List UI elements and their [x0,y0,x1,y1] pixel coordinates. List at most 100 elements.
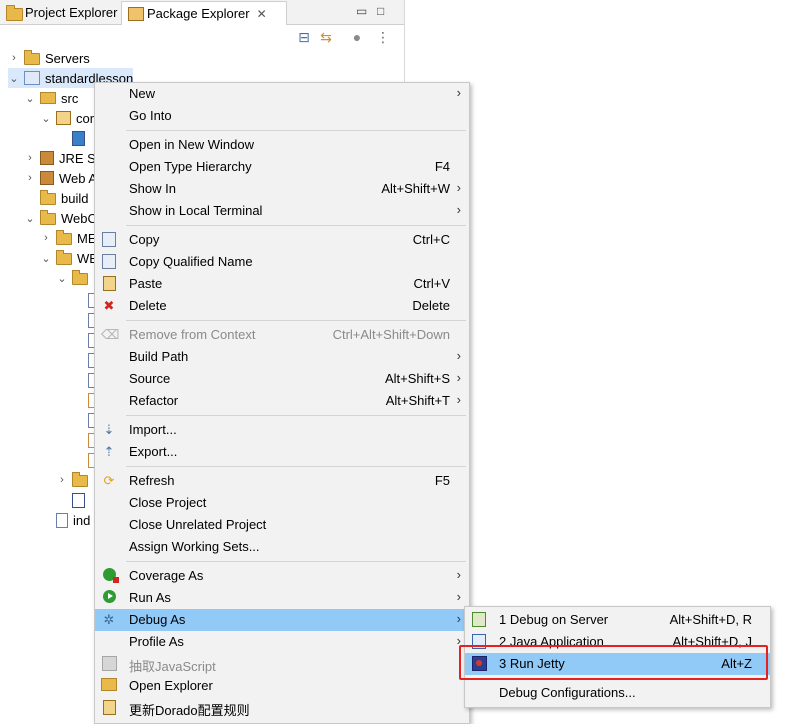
dorado-icon [101,700,117,716]
tab-project-explorer-label: Project Explorer [25,4,118,20]
menu-item-profile-as[interactable]: Profile As › [95,631,469,653]
chevron-down-icon[interactable]: ⌄ [40,252,52,265]
tree-item-webapp[interactable]: › Web A [24,168,97,188]
menu-item-open-new-window[interactable]: Open in New Window [95,134,469,156]
refresh-icon: ⟳ [103,473,115,488]
import-icon: ⇣ [103,422,115,437]
menu-separator [126,130,466,131]
remove-context-icon: ⌫ [101,327,120,342]
tree-item-src[interactable]: ⌄ src [24,88,78,108]
tree-item-label: WebC [61,210,97,226]
coverage-icon [101,568,119,584]
file-icon [56,512,68,528]
tree-item-webcontent[interactable]: ⌄ WebC [24,208,97,228]
menu-item-refactor[interactable]: Refactor Alt+Shift+T › [95,390,469,412]
tree-item-jre[interactable]: › JRE Sy [24,148,102,168]
extract-js-icon [101,656,117,672]
chevron-right-icon[interactable]: › [56,474,68,486]
server-icon [471,612,487,628]
submenu-item-debug-configurations[interactable]: Debug Configurations... [465,682,770,704]
tree-item-build[interactable]: build [40,188,88,208]
debug-as-submenu: 1 Debug on Server Alt+Shift+D, R 2 Java … [464,606,771,708]
chevron-down-icon[interactable]: ⌄ [8,72,20,85]
view-tab-bar: Project Explorer Package Explorer ✕ ▭ □ [0,0,404,25]
menu-item-show-in-terminal[interactable]: Show in Local Terminal › [95,200,469,222]
menu-item-refresh[interactable]: ⟳ Refresh F5 [95,470,469,492]
menu-item-assign-working-sets[interactable]: Assign Working Sets... [95,536,469,558]
menu-item-build-path[interactable]: Build Path › [95,346,469,368]
submenu-item-debug-on-server[interactable]: 1 Debug on Server Alt+Shift+D, R [465,609,770,631]
minimize-icon[interactable]: ▭ [356,4,367,18]
chevron-down-icon[interactable]: ⌄ [24,92,36,105]
chevron-right-icon[interactable]: › [24,152,36,164]
menu-item-open-explorer[interactable]: Open Explorer [95,675,469,697]
chevron-right-icon[interactable]: › [40,232,52,244]
class-file-icon [72,130,85,146]
focus-task-icon[interactable]: ● [349,29,365,45]
tree-item-metainf[interactable]: › ME [40,228,97,248]
menu-item-open-type-hierarchy[interactable]: Open Type Hierarchy F4 [95,156,469,178]
link-with-editor-icon[interactable]: ⇆ [318,29,334,45]
chevron-right-icon: › [456,633,461,648]
menu-item-go-into[interactable]: Go Into [95,105,469,127]
tree-item-index[interactable]: ind [56,510,90,530]
context-menu: New › Go Into Open in New Window Open Ty… [94,82,470,724]
tree-item-label: src [61,90,79,106]
debug-bug-icon: ✲ [103,612,115,627]
collapse-all-icon[interactable]: ⊟ [296,29,312,45]
menu-item-paste[interactable]: Paste Ctrl+V [95,273,469,295]
delete-icon: ✖ [103,298,115,313]
library-icon [40,171,54,185]
folder-icon [24,50,40,65]
tree-item-class[interactable] [72,128,90,148]
menu-item-export[interactable]: ⇡ Export... [95,441,469,463]
folder-icon [56,250,72,265]
menu-item-coverage-as[interactable]: Coverage As › [95,565,469,587]
menu-item-update-dorado-rules[interactable]: 更新Dorado配置规则 [95,697,469,719]
chevron-right-icon[interactable]: › [24,172,36,184]
tree-item-label: Web A [59,170,98,186]
maximize-icon[interactable]: □ [377,4,384,18]
tab-package-explorer[interactable]: Package Explorer ✕ [121,1,287,25]
menu-item-copy-qualified-name[interactable]: Copy Qualified Name [95,251,469,273]
menu-item-close-unrelated[interactable]: Close Unrelated Project [95,514,469,536]
jetty-icon [471,656,487,672]
tree-item-lib[interactable]: › [56,470,93,490]
tree-item-webinf[interactable]: ⌄ WE [40,248,98,268]
tree-item-label: cor [76,110,95,126]
run-icon [101,590,117,606]
chevron-down-icon[interactable]: ⌄ [40,112,52,125]
folder-icon [40,210,56,225]
chevron-down-icon[interactable]: ⌄ [24,212,36,225]
view-menu-icon[interactable]: ⋮ [375,29,391,45]
xml-file-icon [72,492,85,508]
submenu-item-run-jetty[interactable]: 3 Run Jetty Alt+Z [465,653,770,675]
menu-separator [126,561,466,562]
menu-item-extract-javascript[interactable]: 抽取JavaScript [95,653,469,675]
chevron-down-icon[interactable]: ⌄ [56,272,68,285]
folder-icon [72,270,88,285]
menu-item-run-as[interactable]: Run As › [95,587,469,609]
menu-item-copy[interactable]: Copy Ctrl+C [95,229,469,251]
project-explorer-icon [6,5,23,21]
menu-item-new[interactable]: New › [95,83,469,105]
menu-item-remove-from-context[interactable]: ⌫ Remove from Context Ctrl+Alt+Shift+Dow… [95,324,469,346]
menu-item-source[interactable]: Source Alt+Shift+S › [95,368,469,390]
menu-item-import[interactable]: ⇣ Import... [95,419,469,441]
chevron-right-icon: › [456,589,461,604]
menu-item-debug-as[interactable]: ✲ Debug As › [95,609,469,631]
tree-item-subfolder[interactable]: ⌄ [56,268,93,288]
tree-item-package[interactable]: ⌄ cor [40,108,94,128]
menu-item-close-project[interactable]: Close Project [95,492,469,514]
menu-item-show-in[interactable]: Show In Alt+Shift+W › [95,178,469,200]
menu-separator [126,415,466,416]
tab-project-explorer[interactable]: Project Explorer [0,1,128,23]
tree-item-webxml[interactable] [72,490,90,510]
tree-item-servers[interactable]: › Servers [8,48,90,68]
submenu-item-java-application[interactable]: 2 Java Application Alt+Shift+D, J [465,631,770,653]
tab-package-explorer-label: Package Explorer [147,6,250,21]
close-tab-icon[interactable]: ✕ [257,7,267,21]
chevron-right-icon[interactable]: › [8,52,20,64]
menu-separator [126,320,466,321]
menu-item-delete[interactable]: ✖ Delete Delete [95,295,469,317]
